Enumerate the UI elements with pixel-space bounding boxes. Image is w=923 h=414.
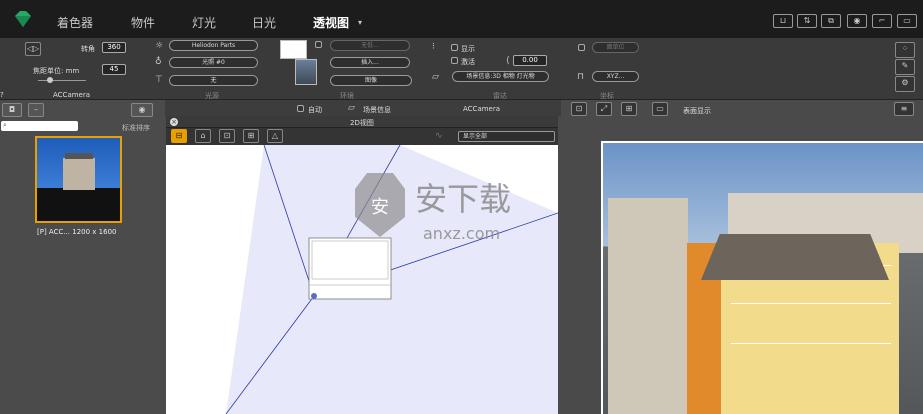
view-front-icon[interactable]: ⊟ [171,129,187,143]
tab-lights[interactable]: 灯光 [192,14,216,31]
none-select[interactable]: 无 [169,75,258,86]
show-checkbox[interactable] [451,44,458,51]
focal-slider-thumb[interactable] [47,77,53,83]
search-icon: ⌕ [3,121,7,129]
frame-icon[interactable]: ⌐ [872,14,892,28]
display-all-select[interactable]: 显示全部 [458,131,555,142]
rotation-label: 转角 [81,45,95,53]
tab-objects[interactable]: 物件 [131,14,155,31]
render-icon[interactable]: ⊡ [571,102,587,116]
layers-icon: ▱ [432,72,439,82]
top-menu-bar: 着色器 物件 灯光 日光 透视图 ▾ ⊔ ⇅ ⧉ ◉ ⌐ ▭ [0,0,923,38]
help-icon[interactable]: ? [0,91,4,99]
camera-icon[interactable]: ◉ [847,14,867,28]
rotation-input[interactable]: 360 [102,42,126,53]
tab-perspective[interactable]: 透视图 [313,14,349,31]
bulb-icon: ♁ [155,57,162,67]
xyz-button[interactable]: XYZ... [592,71,639,82]
focal-input[interactable]: 45 [102,64,126,75]
window-icon[interactable]: ⧉ [821,14,841,28]
tab-shaders[interactable]: 着色器 [57,14,93,31]
tab-sun[interactable]: 日光 [252,14,276,31]
window-titlebar: × 2D视图 [166,116,558,128]
image-select[interactable]: 图像 [330,75,412,86]
environment-thumbnail[interactable] [295,59,317,85]
render-preview-panel: ⊡ ⤢ ⊞ ▭ 表面显示 ≡ [561,100,923,414]
options-panel: ◁▷ 转角 360 焦距单位: mm 45 ? ACCamera ☼ Helio… [0,38,923,100]
thumbnail-caption: [P] ACC... 1200 x 1600 [37,228,117,236]
focal-slider[interactable] [38,80,86,81]
gem-logo-icon [15,11,31,27]
auto-label: 自动 [308,106,322,114]
curve-icon[interactable]: ∿ [435,131,443,141]
monitor-icon[interactable]: ▭ [652,102,668,116]
light-select[interactable]: 光照 #0 [169,57,258,68]
balcony-rail-3 [731,343,891,344]
camera-type-icon[interactable]: ◁▷ [25,42,41,56]
view-toolbar: ⊟ ⌂ ⊡ ⊞ △ ∿ 显示全部 [166,128,558,145]
close-icon[interactable]: × [170,118,178,126]
lock-icon: ⊓ [577,72,585,82]
watermark-logo: 安 安下载 anxz.com [345,165,565,245]
tools-icon[interactable]: ⁘ [895,42,915,58]
environment-checkbox[interactable] [315,41,322,48]
street-building-left [608,198,688,414]
view-2d-window: × 2D视图 ⊟ ⌂ ⊡ ⊞ △ ∿ 显示全部 [166,116,558,414]
camera-search-input[interactable]: ⌕ [1,121,78,131]
view-side-icon[interactable]: ⊞ [243,129,259,143]
scene-info-label: 场景信息 [363,106,391,114]
perspective-dropdown-icon[interactable]: ▾ [358,18,362,27]
share-icon[interactable]: ⇅ [797,14,817,28]
preset-select[interactable]: Heliodon Parts [169,40,258,51]
sun-icon: ☼ [155,41,164,51]
focal-label: 焦距单位: mm [33,67,80,75]
camera-list-panel: ◘ – ◉ ⌕ 标准排序 [P] ACC... 1200 x 1600 [0,100,165,414]
eye-icon[interactable]: ◉ [131,103,153,117]
focus-icon: ⟨ [506,56,510,66]
svg-text:安: 安 [371,197,389,218]
remove-camera-button[interactable]: – [28,103,44,117]
scene-info-icon: ▱ [348,103,355,113]
view-perspective-icon[interactable]: △ [267,129,283,143]
camera-name: ACCamera [53,91,91,99]
view-top-icon[interactable]: ⊡ [219,129,235,143]
view-strip: 自动 ▱ 场景信息 ACCamera [165,100,561,116]
building-roof-thumb [65,153,93,159]
distance-input[interactable]: 0.00 [513,55,547,66]
building-thumb [63,158,95,190]
cart-icon[interactable]: ⊔ [773,14,793,28]
background-swatch[interactable] [280,40,307,59]
preview-menu-button[interactable]: ≡ [894,102,914,116]
paint-roller-icon: ⊤ [155,75,163,85]
activate-label: 激活 [461,58,475,66]
wand-icon[interactable]: ✎ [895,59,915,75]
svg-text:安下载: 安下载 [415,180,511,218]
fit-icon[interactable]: ⤢ [596,102,612,116]
show-label: 显示 [461,45,475,53]
activate-checkbox[interactable] [451,57,458,64]
auto-checkbox[interactable] [297,105,304,112]
settings-icon[interactable]: ⚙ [895,76,915,92]
camera-thumbnail[interactable] [35,136,122,223]
frame2-icon[interactable]: ▭ [897,14,917,28]
expand-icon[interactable]: ⊞ [621,102,637,116]
realtime-label: 表面显示 [683,107,711,115]
render-image [601,141,923,414]
sort-label[interactable]: 标准排序 [122,123,150,133]
scene-info-select[interactable]: 场景信息:3D 相物 灯光物 [452,71,549,82]
coords-checkbox[interactable] [578,44,585,51]
grid-dots-icon: ⁝ [432,42,435,52]
face-unit-button[interactable]: 面单位 [592,42,639,53]
balcony-rail-2 [731,303,891,304]
add-camera-icon[interactable]: ◘ [2,103,22,117]
svg-text:anxz.com: anxz.com [423,224,500,243]
view-house-icon[interactable]: ⌂ [195,129,211,143]
load-button[interactable]: 无低... [330,40,410,51]
insert-button[interactable]: 插入... [330,57,410,68]
building-model-roof [701,234,889,280]
window-title: 2D视图 [350,119,374,127]
camera-label: ACCamera [463,105,501,113]
shield-logo-icon: 安 安下载 anxz.com [355,173,511,243]
